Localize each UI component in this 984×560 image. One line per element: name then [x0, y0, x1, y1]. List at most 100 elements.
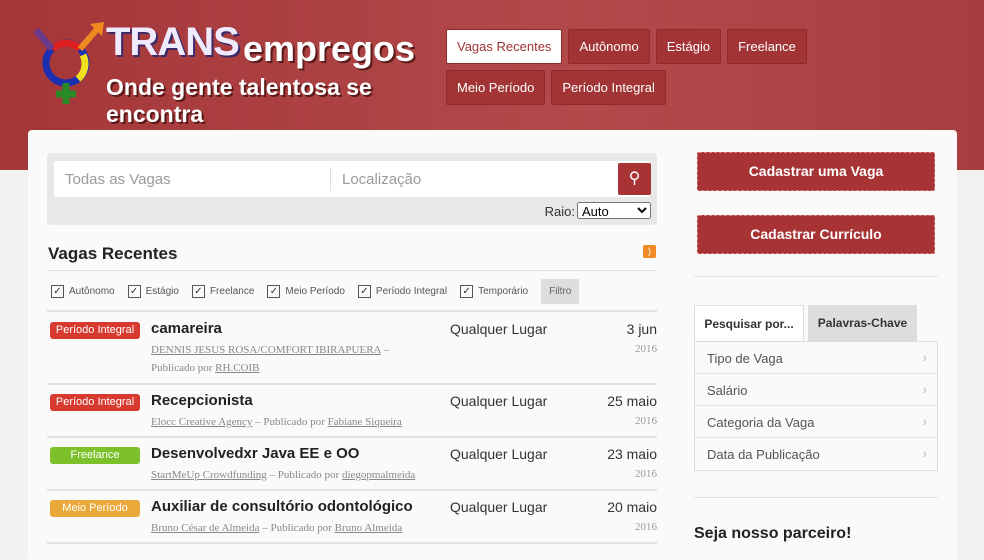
checkbox-checked-icon[interactable]: ✓	[191, 285, 205, 298]
location-input[interactable]: Localização	[342, 171, 421, 188]
poster-link[interactable]: RH.COIB	[215, 362, 259, 374]
nav-periodo-integral[interactable]: Período Integral	[551, 70, 666, 105]
post-job-button[interactable]: Cadastrar uma Vaga	[697, 152, 935, 191]
poster-link[interactable]: Fabiane Siqueira	[328, 416, 402, 428]
facet-list: Tipo de Vaga › Salário › Categoria da Vaga…	[694, 341, 938, 471]
chevron-right-icon: ›	[922, 350, 927, 365]
nav-autonomo[interactable]: Autônomo	[568, 29, 650, 64]
facet-label: Salário	[707, 383, 748, 398]
nav-vagas-recentes[interactable]: Vagas Recentes	[446, 29, 563, 64]
job-type-badge: Período Integral	[50, 322, 140, 339]
job-type-filters: ✓ Autônomo ✓ Estágio ✓ Freelance ✓ Meio Perí…	[51, 279, 580, 304]
job-title[interactable]: Auxiliar de consultório odontológico	[151, 498, 413, 515]
job-meta: DENNIS JESUS ROSA/COMFORT IBIRAPUERA – P…	[151, 341, 431, 377]
company-link[interactable]: DENNIS JESUS ROSA/COMFORT IBIRAPUERA	[151, 344, 381, 356]
filter-estagio[interactable]: ✓ Estágio	[127, 285, 179, 298]
filter-label: Período Integral	[375, 286, 448, 297]
chevron-right-icon: ›	[922, 446, 927, 461]
facet-categoria[interactable]: Categoria da Vaga ›	[695, 406, 937, 438]
checkbox-checked-icon[interactable]: ✓	[51, 285, 64, 298]
facet-label: Tipo de Vaga	[707, 351, 783, 366]
tab-pesquisar-por[interactable]: Pesquisar por...	[694, 305, 804, 342]
nav-freelance[interactable]: Freelance	[727, 29, 807, 64]
job-year: 2016	[635, 415, 657, 427]
job-title[interactable]: camareira	[151, 320, 222, 337]
filter-label: Freelance	[209, 286, 255, 297]
job-type-badge: Período Integral	[50, 394, 140, 411]
job-location: Qualquer Lugar	[450, 446, 548, 462]
divider	[47, 542, 657, 544]
job-listing[interactable]: Período Integral Recepcionista Elocc Cre…	[47, 384, 657, 437]
radius-label: Raio:	[544, 204, 575, 219]
nav-meio-periodo[interactable]: Meio Período	[446, 70, 546, 105]
job-location: Qualquer Lugar	[450, 499, 548, 515]
filter-button[interactable]: Filtro	[541, 279, 580, 304]
tagline: Onde gente talentosa se encontra	[106, 74, 372, 127]
section-title: Vagas Recentes	[48, 244, 178, 263]
keywords-input[interactable]: Todas as Vagas	[65, 171, 171, 188]
filter-temporario[interactable]: ✓ Temporário	[460, 285, 528, 298]
filter-meio-periodo[interactable]: ✓ Meio Período	[267, 285, 345, 298]
company-link[interactable]: Elocc Creative Agency	[151, 416, 252, 428]
filter-freelance[interactable]: ✓ Freelance	[191, 285, 255, 298]
separator: –	[266, 469, 278, 481]
divider	[47, 270, 657, 271]
separator: –	[252, 416, 264, 428]
transgender-symbol-icon	[33, 22, 104, 104]
checkbox-checked-icon[interactable]: ✓	[460, 285, 474, 298]
brand-name: TRANS	[106, 20, 240, 64]
job-year: 2016	[635, 521, 657, 533]
search-button[interactable]: ⚲	[618, 163, 651, 195]
tab-palavras-chave[interactable]: Palavras-Chave	[808, 305, 917, 342]
job-listing[interactable]: Período Integral camareira DENNIS JESUS …	[47, 312, 657, 384]
divider	[694, 276, 938, 277]
posted-by-label: Publicado por	[151, 362, 216, 374]
logo[interactable]: TRANS empregos Onde gente talentosa se e…	[28, 18, 428, 127]
separator: –	[380, 344, 390, 356]
posted-by-label: Publicado por	[263, 416, 328, 428]
separator: –	[259, 522, 271, 534]
main-nav: Vagas Recentes Autônomo Estágio Freelance Me…	[446, 29, 906, 111]
job-meta: Elocc Creative Agency – Publicado por Fa…	[151, 413, 431, 431]
job-meta: Bruno César de Almeida – Publicado por B…	[151, 519, 431, 537]
filter-label: Temporário	[478, 286, 529, 297]
filter-label: Estágio	[145, 286, 179, 297]
nav-estagio[interactable]: Estágio	[655, 29, 722, 64]
job-type-badge: Meio Período	[50, 500, 140, 517]
poster-link[interactable]: diegopmalmeida	[342, 469, 415, 481]
filter-autonomo[interactable]: ✓ Autônomo	[51, 285, 115, 298]
checkbox-checked-icon[interactable]: ✓	[357, 285, 371, 298]
checkbox-checked-icon[interactable]: ✓	[267, 285, 281, 298]
job-title[interactable]: Desenvolvedxr Java EE e OO	[151, 445, 359, 462]
job-date: 25 maio	[607, 393, 657, 409]
facet-data-publicacao[interactable]: Data da Publicação ›	[695, 438, 937, 470]
poster-link[interactable]: Bruno Almeida	[335, 522, 403, 534]
job-listing[interactable]: Meio Período Auxiliar de consultório odo…	[47, 490, 657, 543]
filter-periodo-integral[interactable]: ✓ Período Integral	[357, 285, 448, 298]
rss-icon[interactable]: )	[643, 245, 656, 258]
search-box: Todas as Vagas Localização ⚲ Raio: Auto	[47, 153, 657, 225]
job-date: 3 jun	[626, 321, 657, 337]
filter-label: Autônomo	[69, 286, 115, 297]
brand-name-suffix: empregos	[243, 28, 416, 69]
facet-tipo-de-vaga[interactable]: Tipo de Vaga ›	[695, 342, 937, 374]
job-title[interactable]: Recepcionista	[151, 392, 253, 409]
partner-title: Seja nosso parceiro!	[694, 525, 852, 542]
company-link[interactable]: Bruno César de Almeida	[151, 522, 259, 534]
facet-label: Data da Publicação	[707, 447, 820, 462]
divider	[330, 167, 331, 191]
facet-label: Categoria da Vaga	[707, 415, 815, 430]
posted-by-label: Publicado por	[277, 469, 342, 481]
job-location: Qualquer Lugar	[450, 393, 548, 409]
job-meta: StartMeUp Crowdfunding – Publicado por d…	[151, 466, 431, 484]
post-resume-button[interactable]: Cadastrar Currículo	[697, 215, 935, 254]
job-listing[interactable]: Freelance Desenvolvedxr Java EE e OO Sta…	[47, 437, 657, 490]
facet-salario[interactable]: Salário ›	[695, 374, 937, 406]
company-link[interactable]: StartMeUp Crowdfunding	[151, 469, 267, 481]
radius-select[interactable]: Auto	[577, 202, 651, 219]
chevron-right-icon: ›	[922, 414, 927, 429]
checkbox-checked-icon[interactable]: ✓	[127, 285, 141, 298]
job-date: 20 maio	[607, 499, 657, 515]
job-date: 23 maio	[607, 446, 657, 462]
search-icon: ⚲	[628, 170, 641, 187]
